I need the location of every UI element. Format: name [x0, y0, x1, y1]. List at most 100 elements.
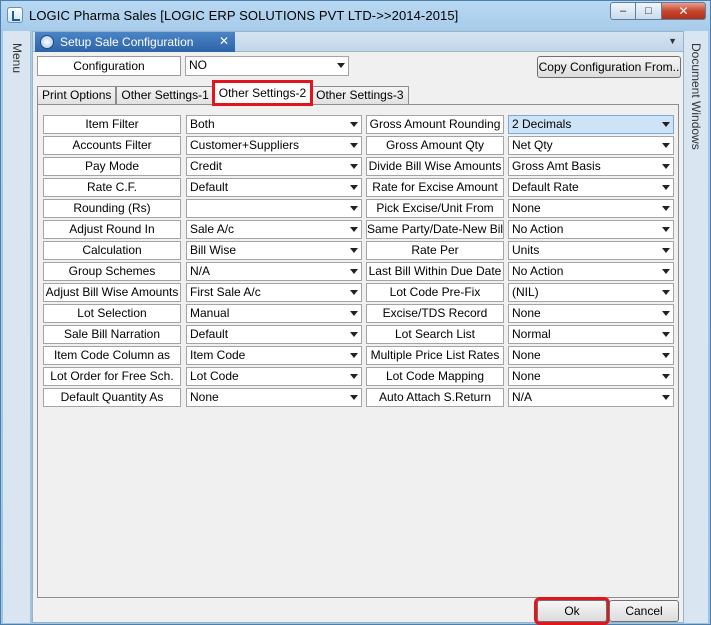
- setting-value: None: [512, 201, 541, 215]
- setting-select-right[interactable]: None: [508, 304, 674, 323]
- document-tab-strip: Setup Sale Configuration ✕ ▼: [33, 32, 683, 52]
- chevron-down-icon: [350, 143, 358, 148]
- chevron-down-icon: [350, 311, 358, 316]
- setting-select-left[interactable]: Default: [186, 325, 362, 344]
- minimize-button[interactable]: –: [610, 2, 636, 20]
- cancel-button[interactable]: Cancel: [609, 600, 679, 622]
- configuration-select[interactable]: NO: [185, 56, 349, 76]
- setting-select-left[interactable]: Customer+Suppliers: [186, 136, 362, 155]
- setting-value: None: [512, 369, 541, 383]
- setting-select-right[interactable]: N/A: [508, 388, 674, 407]
- setting-select-left[interactable]: Default: [186, 178, 362, 197]
- chevron-down-icon: [350, 290, 358, 295]
- setting-label: Adjust Bill Wise Amounts: [43, 283, 181, 302]
- setting-value: Both: [190, 117, 215, 131]
- setting-select-right[interactable]: Normal: [508, 325, 674, 344]
- app-window: LOGIC Pharma Sales [LOGIC ERP SOLUTIONS …: [0, 0, 711, 625]
- setting-select-right[interactable]: (NIL): [508, 283, 674, 302]
- setting-value: Lot Code: [190, 369, 239, 383]
- chevron-down-icon: [662, 269, 670, 274]
- setting-value: Units: [512, 243, 540, 257]
- tab-other-settings-1[interactable]: Other Settings-1: [116, 86, 214, 104]
- chevron-down-icon: [662, 206, 670, 211]
- document-windows-label: Document Windows: [689, 43, 703, 150]
- setting-value: N/A: [190, 264, 211, 278]
- tab-print-options[interactable]: Print Options: [37, 86, 117, 104]
- chevron-down-icon: [662, 227, 670, 232]
- setting-label: Default Quantity As: [43, 388, 181, 407]
- setting-select-right[interactable]: No Action: [508, 220, 674, 239]
- setting-select-right[interactable]: None: [508, 199, 674, 218]
- chevron-down-icon: [662, 353, 670, 358]
- setting-label: Divide Bill Wise Amounts: [366, 157, 504, 176]
- setting-select-right[interactable]: Gross Amt Basis: [508, 157, 674, 176]
- tab-other-settings-3[interactable]: Other Settings-3: [311, 86, 409, 104]
- setting-value: Manual: [190, 306, 230, 320]
- setting-value: Customer+Suppliers: [190, 138, 300, 152]
- settings-tabs: Print Options Other Settings-1 Other Set…: [37, 80, 409, 106]
- setting-label: Calculation: [43, 241, 181, 260]
- setting-select-left[interactable]: Bill Wise: [186, 241, 362, 260]
- setting-value: Item Code: [190, 348, 246, 362]
- setting-select-left[interactable]: Item Code: [186, 346, 362, 365]
- setting-select-right[interactable]: None: [508, 346, 674, 365]
- setting-label: Excise/TDS Record: [366, 304, 504, 323]
- setting-value: (NIL): [512, 285, 539, 299]
- setting-select-right[interactable]: No Action: [508, 262, 674, 281]
- setting-select-left[interactable]: Credit: [186, 157, 362, 176]
- setting-label: Gross Amount Rounding: [366, 115, 504, 134]
- chevron-down-icon: [662, 122, 670, 127]
- setting-value: Default: [190, 180, 229, 194]
- setting-value: Gross Amt Basis: [512, 159, 601, 173]
- menu-sidebar-label: Menu: [10, 43, 24, 74]
- menu-sidebar[interactable]: Menu: [3, 31, 31, 623]
- chevron-down-icon: [350, 206, 358, 211]
- chevron-down-icon: [662, 311, 670, 316]
- chevron-down-icon: [662, 374, 670, 379]
- setting-value: Bill Wise: [190, 243, 237, 257]
- setting-value: Sale A/c: [190, 222, 235, 236]
- setting-select-right[interactable]: 2 Decimals: [508, 115, 674, 134]
- setting-label: Multiple Price List Rates: [366, 346, 504, 365]
- setting-select-left[interactable]: N/A: [186, 262, 362, 281]
- setting-select-left[interactable]: [186, 199, 362, 218]
- setting-select-right[interactable]: Net Qty: [508, 136, 674, 155]
- ok-button[interactable]: Ok: [534, 597, 610, 625]
- tab-other-settings-2[interactable]: Other Settings-2: [211, 80, 314, 106]
- document-windows-sidebar[interactable]: Document Windows: [682, 31, 708, 623]
- setting-label: Gross Amount Qty: [366, 136, 504, 155]
- setting-select-right[interactable]: None: [508, 367, 674, 386]
- setting-label: Same Party/Date-New Bill: [366, 220, 504, 239]
- chevron-down-icon: [350, 122, 358, 127]
- other-settings-2-panel: Item Filter Both Accounts Filter Customer+S…: [37, 104, 679, 598]
- setting-value: No Action: [512, 264, 564, 278]
- close-button[interactable]: ✕: [662, 2, 706, 20]
- setting-select-left[interactable]: Both: [186, 115, 362, 134]
- doc-tab-close-icon[interactable]: ✕: [219, 34, 229, 48]
- copy-configuration-button[interactable]: Copy Configuration From..: [537, 56, 681, 78]
- chevron-down-icon: [350, 374, 358, 379]
- chevron-down-icon: [350, 227, 358, 232]
- setting-label: Lot Code Pre-Fix: [366, 283, 504, 302]
- setting-select-left[interactable]: Lot Code: [186, 367, 362, 386]
- setting-select-right[interactable]: Units: [508, 241, 674, 260]
- setting-select-right[interactable]: Default Rate: [508, 178, 674, 197]
- chevron-down-icon: [350, 164, 358, 169]
- setting-label: Lot Code Mapping: [366, 367, 504, 386]
- setting-label: Last Bill Within Due Date: [366, 262, 504, 281]
- setting-select-left[interactable]: Sale A/c: [186, 220, 362, 239]
- setting-value: None: [190, 390, 219, 404]
- setting-value: First Sale A/c: [190, 285, 261, 299]
- setting-value: No Action: [512, 222, 564, 236]
- chevron-down-icon: [350, 248, 358, 253]
- setting-select-left[interactable]: Manual: [186, 304, 362, 323]
- chevron-down-icon: [662, 143, 670, 148]
- setting-select-left[interactable]: None: [186, 388, 362, 407]
- maximize-button[interactable]: □: [636, 2, 662, 20]
- setting-value: Default Rate: [512, 180, 579, 194]
- doc-tab-setup-sale-configuration[interactable]: Setup Sale Configuration ✕: [35, 32, 235, 52]
- tab-list-dropdown-icon[interactable]: ▼: [668, 36, 677, 46]
- chevron-down-icon: [350, 185, 358, 190]
- chevron-down-icon: [350, 332, 358, 337]
- setting-select-left[interactable]: First Sale A/c: [186, 283, 362, 302]
